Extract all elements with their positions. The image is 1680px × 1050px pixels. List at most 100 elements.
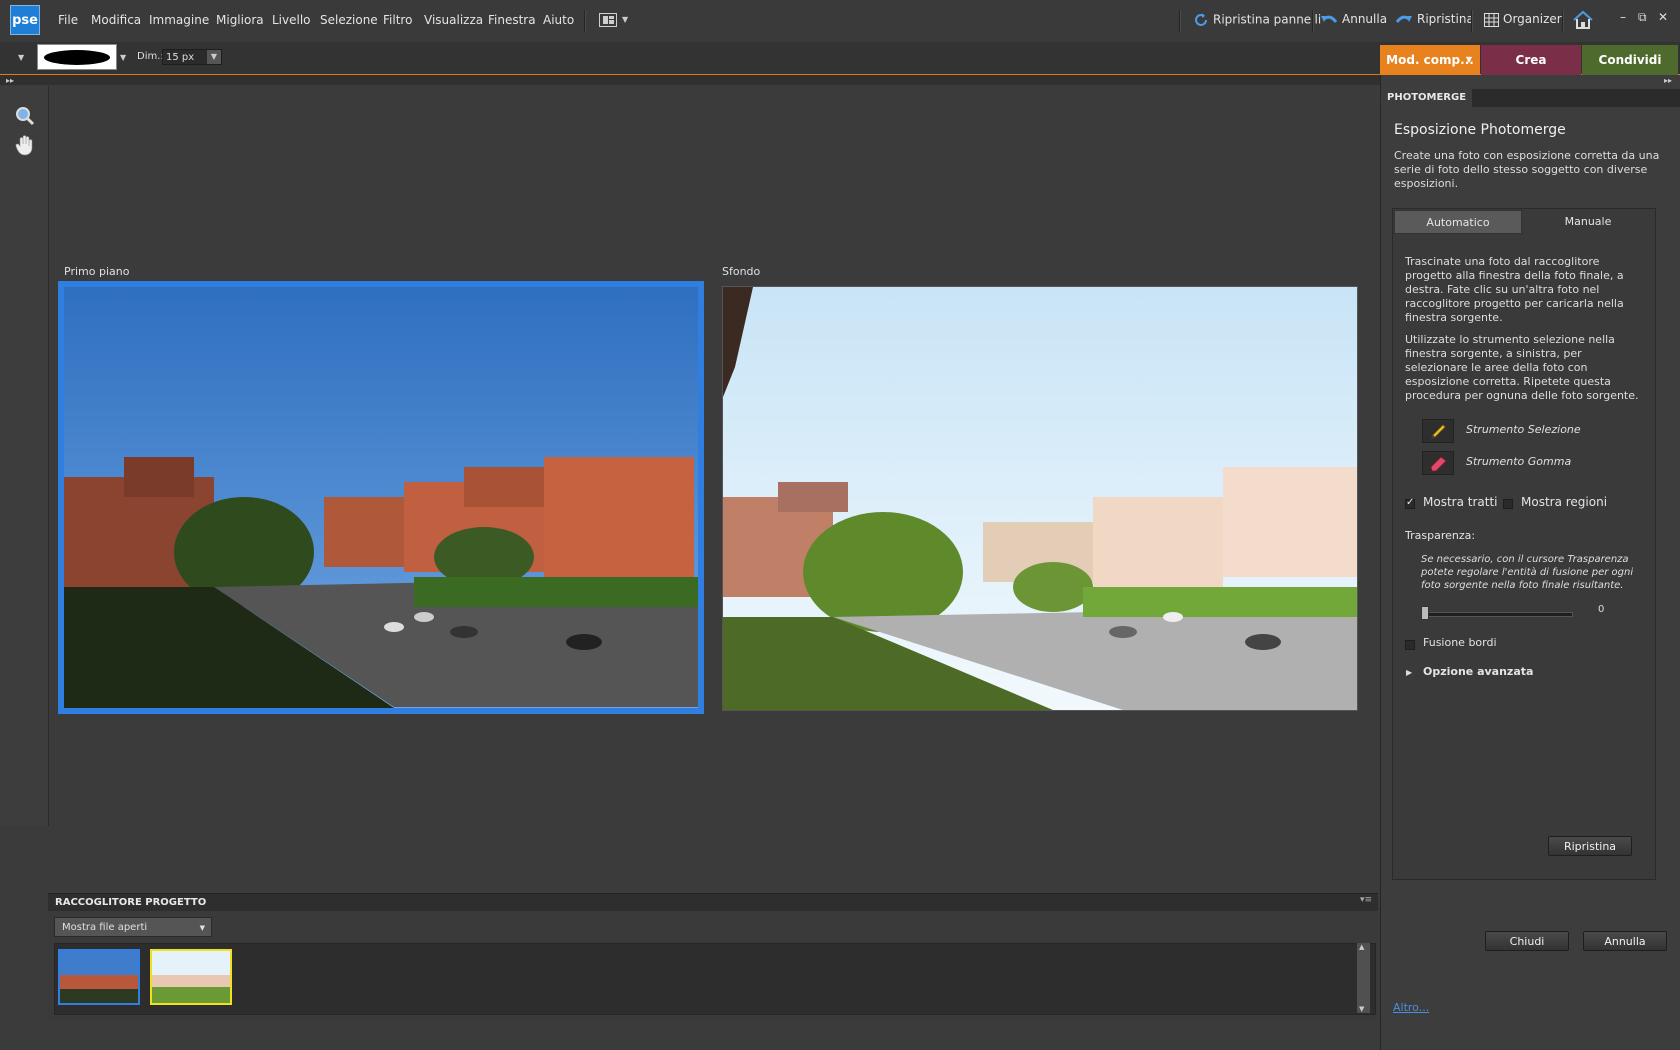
menu-modifica[interactable]: Modifica xyxy=(91,13,141,27)
project-bin-title: RACCOGLITORE PROGETTO xyxy=(55,897,207,908)
foreground-image xyxy=(64,287,698,708)
transparency-value: 0 xyxy=(1598,604,1605,615)
menu-migliora[interactable]: Migliora xyxy=(216,13,264,27)
reset-panels-label: Ripristina pannelli xyxy=(1213,12,1322,27)
menu-immagine[interactable]: Immagine xyxy=(149,13,209,27)
panel-title: Esposizione Photomerge xyxy=(1394,122,1566,138)
menu-file[interactable]: File xyxy=(58,13,78,27)
show-strokes-label: Mostra tratti xyxy=(1423,495,1498,509)
minimize-button[interactable]: – xyxy=(1620,10,1626,24)
bin-filter-select[interactable]: Mostra file aperti ▼ xyxy=(54,917,212,937)
mode-dropdown-icon: ▼ xyxy=(1465,55,1472,64)
organizer-grid-icon xyxy=(1484,12,1499,27)
thumbnail-image xyxy=(60,951,138,1003)
bin-scrollbar[interactable]: ▲ ▼ xyxy=(1357,943,1370,1013)
reset-panels-button[interactable]: Ripristina pannelli xyxy=(1193,12,1321,28)
home-button[interactable] xyxy=(1572,10,1594,33)
redo-button[interactable]: Ripristina xyxy=(1395,12,1474,27)
edge-blend-label: Fusione bordi xyxy=(1423,636,1497,649)
menu-finestra[interactable]: Finestra xyxy=(488,13,536,27)
refresh-icon xyxy=(1195,13,1207,26)
checkmark-icon: ✓ xyxy=(1406,497,1415,508)
reset-button[interactable]: Ripristina xyxy=(1548,836,1632,856)
edge-blend-checkbox[interactable] xyxy=(1405,640,1415,650)
layout-dropdown-icon[interactable]: ▼ xyxy=(622,15,628,24)
tool-preset-dropdown-icon[interactable]: ▼ xyxy=(18,53,24,62)
tab-manuale[interactable]: Manuale xyxy=(1523,210,1653,234)
menu-separator xyxy=(584,10,586,32)
undo-label: Annulla xyxy=(1342,12,1388,26)
bin-thumbnail-1[interactable] xyxy=(58,949,140,1005)
instructions-drag: Trascinate una foto dal raccoglitore pro… xyxy=(1405,255,1624,324)
close-window-button[interactable]: ✕ xyxy=(1658,10,1668,24)
magnifier-icon xyxy=(16,107,35,126)
eraser-tool-button[interactable] xyxy=(1422,451,1454,475)
project-bin-header xyxy=(48,893,1378,912)
eraser-tool-label: Strumento Gomma xyxy=(1466,455,1572,468)
toolbar-separator xyxy=(1471,10,1473,32)
transparency-slider-thumb[interactable] xyxy=(1421,606,1429,620)
layout-icon[interactable] xyxy=(599,13,617,27)
eraser-icon xyxy=(1430,456,1447,472)
undo-button[interactable]: Annulla xyxy=(1320,12,1387,27)
transparency-help: Se necessario, con il cursore Trasparenz… xyxy=(1421,554,1634,591)
show-regions-checkbox[interactable] xyxy=(1503,499,1513,509)
brush-dropdown-icon[interactable]: ▼ xyxy=(120,53,126,62)
toolbar-header xyxy=(0,75,1380,85)
dim-dropdown-icon[interactable]: ▼ xyxy=(207,50,221,64)
redo-icon xyxy=(1395,15,1412,23)
app-logo: pse xyxy=(10,5,40,35)
bin-filter-value: Mostra file aperti xyxy=(62,922,148,933)
cancel-button[interactable]: Annulla xyxy=(1583,931,1667,951)
tab-condividi-label: Condividi xyxy=(1598,53,1662,67)
dim-label: Dim.: xyxy=(137,51,164,62)
pencil-icon xyxy=(1431,424,1446,439)
close-button[interactable]: Chiudi xyxy=(1485,931,1569,951)
bin-thumbnails-area xyxy=(54,943,1376,1015)
menu-filtro[interactable]: Filtro xyxy=(383,13,412,27)
more-link[interactable]: Altro... xyxy=(1393,1001,1429,1014)
selection-tool-label: Strumento Selezione xyxy=(1466,423,1581,436)
toolbar-separator xyxy=(1179,10,1181,32)
collapse-panel-icon[interactable]: ▸▸ xyxy=(1664,76,1672,85)
background-photo[interactable] xyxy=(722,286,1358,711)
menu-livello[interactable]: Livello xyxy=(272,13,311,27)
tab-photomerge[interactable]: PHOTOMERGE xyxy=(1381,89,1473,107)
tab-automatico[interactable]: Automatico xyxy=(1394,210,1522,234)
menu-selezione[interactable]: Selezione xyxy=(320,13,378,27)
brush-stroke-icon xyxy=(44,50,110,65)
tab-crea-label: Crea xyxy=(1515,53,1547,67)
zoom-tool[interactable] xyxy=(14,105,36,130)
show-regions-label: Mostra regioni xyxy=(1521,495,1608,509)
expand-triangle-icon[interactable]: ▶ xyxy=(1406,668,1412,677)
advanced-option-toggle[interactable]: Opzione avanzata xyxy=(1423,665,1533,678)
bin-menu-icon[interactable]: ▾≡ xyxy=(1360,895,1372,905)
hand-tool[interactable] xyxy=(15,134,35,159)
organizer-label: Organizer xyxy=(1503,12,1562,26)
scroll-down-icon[interactable]: ▼ xyxy=(1359,1005,1364,1013)
redo-label: Ripristina xyxy=(1417,12,1474,26)
tab-condividi[interactable]: Condividi xyxy=(1582,45,1678,75)
selection-tool-button[interactable] xyxy=(1422,419,1454,443)
bin-thumbnail-2[interactable] xyxy=(150,949,232,1005)
background-label: Sfondo xyxy=(722,265,761,278)
background-image xyxy=(723,287,1357,710)
toolbar-separator xyxy=(1312,10,1314,32)
organizer-button[interactable]: Organizer xyxy=(1484,12,1562,27)
scroll-up-icon[interactable]: ▲ xyxy=(1359,943,1364,951)
brush-preview[interactable] xyxy=(37,44,117,70)
menu-aiuto[interactable]: Aiuto xyxy=(543,13,574,27)
restore-button[interactable]: ⧉ xyxy=(1638,10,1647,25)
foreground-photo[interactable] xyxy=(64,287,698,708)
tab-mod-comp[interactable]: Mod. comp... ▼ xyxy=(1380,45,1480,75)
transparency-slider[interactable] xyxy=(1425,612,1573,617)
tab-crea[interactable]: Crea xyxy=(1481,45,1581,75)
panel-description: Create una foto con esposizione corretta… xyxy=(1394,149,1660,190)
hand-icon xyxy=(15,135,33,156)
instructions-select: Utilizzate lo strumento selezione nella … xyxy=(1405,333,1639,402)
toolbar-separator xyxy=(1562,10,1564,32)
menu-visualizza[interactable]: Visualizza xyxy=(424,13,483,27)
show-strokes-checkbox[interactable]: ✓ xyxy=(1405,497,1415,509)
expand-toolbar-icon[interactable]: ▸▸ xyxy=(6,76,14,85)
thumbnail-image xyxy=(152,951,230,1003)
